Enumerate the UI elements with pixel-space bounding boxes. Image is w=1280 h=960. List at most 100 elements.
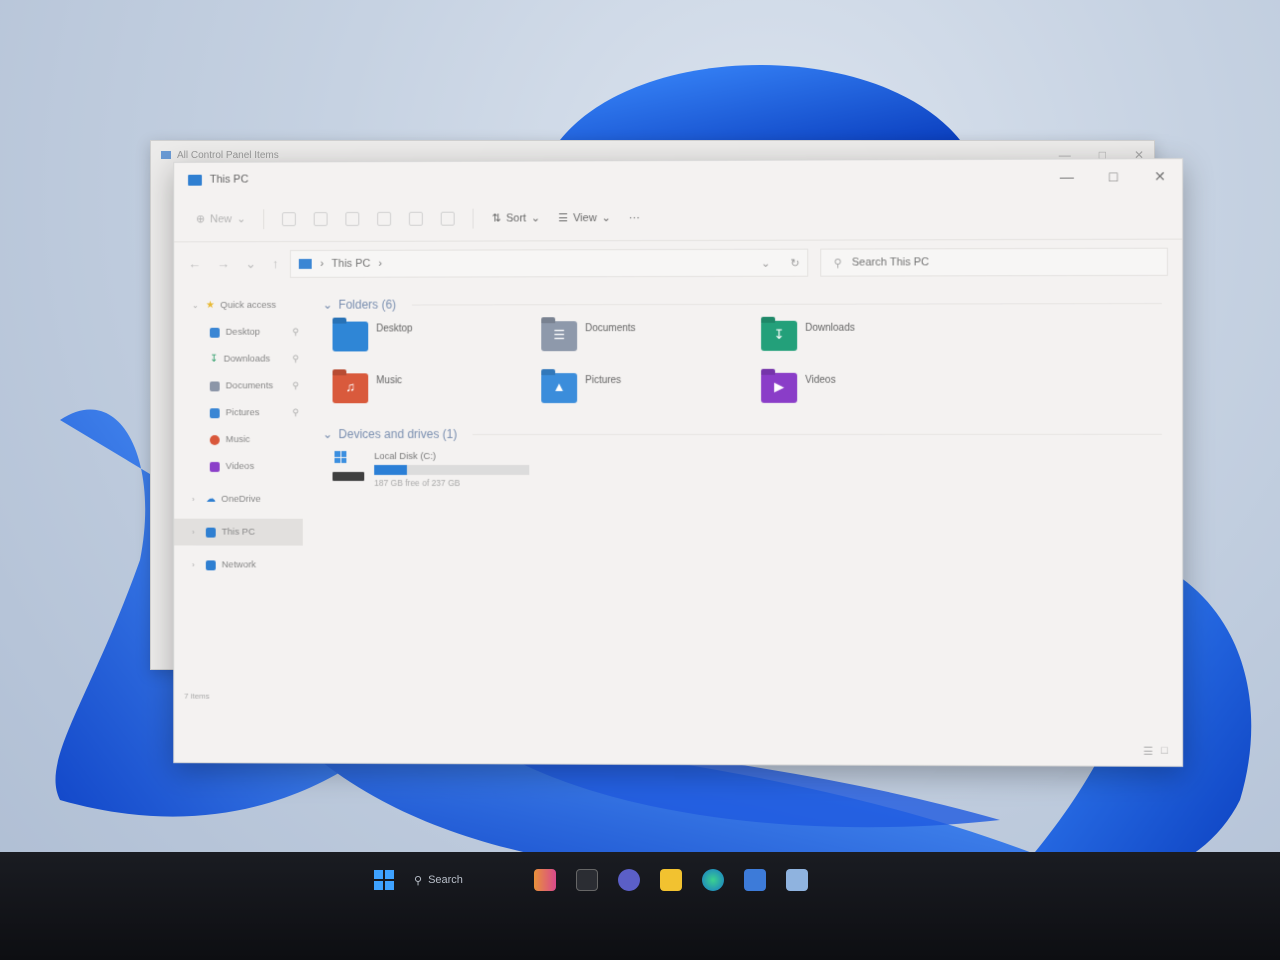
desktop: All Control Panel Items — □ ✕ This PC — … bbox=[0, 0, 1280, 960]
desktop-folder-icon bbox=[333, 322, 369, 352]
start-button-icon[interactable] bbox=[374, 870, 394, 890]
view-icon: ☰ bbox=[558, 211, 568, 224]
sidebar-item-label: Music bbox=[226, 434, 251, 445]
chat-icon[interactable] bbox=[618, 869, 640, 891]
widgets-icon[interactable] bbox=[534, 869, 556, 891]
close-icon[interactable]: ✕ bbox=[1152, 168, 1168, 185]
new-label: New bbox=[210, 213, 232, 225]
task-view-icon[interactable] bbox=[576, 869, 598, 891]
taskbar-search[interactable]: ⚲ Search bbox=[414, 874, 514, 887]
documents-icon bbox=[210, 381, 220, 391]
paste-icon[interactable] bbox=[346, 211, 360, 225]
taskbar-apps: ⚲ Search bbox=[330, 858, 850, 902]
sidebar-item-quick-access[interactable]: ⌄ ★ Quick access bbox=[174, 292, 303, 319]
share-icon[interactable] bbox=[409, 211, 423, 225]
file-explorer-window[interactable]: This PC — □ ✕ ⊕ New ⌄ ⇅ Sort ⌄ ☰ View ⌄ … bbox=[173, 158, 1183, 767]
chevron-right-icon[interactable]: › bbox=[192, 528, 200, 537]
search-box[interactable]: ⚲ bbox=[821, 248, 1168, 277]
folders-section-header[interactable]: ⌄ Folders (6) bbox=[323, 292, 1162, 316]
rename-icon[interactable] bbox=[378, 211, 392, 225]
copy-icon[interactable] bbox=[314, 212, 328, 226]
more-icon: ··· bbox=[629, 212, 640, 224]
chevron-right-icon: › bbox=[320, 258, 324, 270]
recent-chevron-icon[interactable]: ⌄ bbox=[245, 256, 256, 272]
folder-label: Pictures bbox=[585, 373, 621, 386]
minimize-icon[interactable]: — bbox=[1059, 168, 1075, 185]
pc-icon bbox=[188, 174, 202, 185]
folder-downloads[interactable]: ↧ Downloads bbox=[761, 320, 982, 362]
delete-icon[interactable] bbox=[441, 211, 455, 225]
folder-music[interactable]: ♫ Music bbox=[333, 373, 542, 415]
chevron-right-icon[interactable]: › bbox=[192, 495, 200, 504]
folder-videos[interactable]: ▶ Videos bbox=[761, 373, 982, 415]
forward-arrow-icon[interactable]: → bbox=[217, 256, 230, 272]
pc-icon bbox=[299, 259, 312, 269]
back-arrow-icon[interactable]: ← bbox=[188, 256, 201, 272]
cut-icon[interactable] bbox=[282, 212, 296, 226]
sidebar-item-network[interactable]: › Network bbox=[174, 551, 303, 578]
more-options-button[interactable]: ··· bbox=[629, 212, 640, 224]
documents-folder-icon: ☰ bbox=[541, 321, 577, 351]
sidebar-item-onedrive[interactable]: › ☁ OneDrive bbox=[174, 486, 303, 513]
pin-icon: ⚲ bbox=[292, 407, 299, 418]
command-bar: ⊕ New ⌄ ⇅ Sort ⌄ ☰ View ⌄ ··· bbox=[174, 193, 1182, 242]
chevron-right-icon[interactable]: › bbox=[192, 560, 200, 569]
pin-icon: ⚲ bbox=[292, 380, 299, 391]
section-divider bbox=[473, 433, 1162, 434]
edge-icon[interactable] bbox=[702, 869, 724, 891]
details-view-icon[interactable]: ☰ bbox=[1143, 745, 1153, 758]
chevron-down-icon: ⌄ bbox=[531, 211, 540, 224]
item-count: 7 items bbox=[184, 692, 209, 701]
address-dropdown-icon[interactable]: ⌄ bbox=[761, 256, 770, 269]
window-controls: — □ ✕ bbox=[1059, 168, 1168, 185]
sidebar-item-music[interactable]: Music bbox=[174, 426, 303, 453]
navigation-pane: ⌄ ★ Quick access Desktop ⚲ ↧ Downloads ⚲… bbox=[174, 286, 303, 724]
nav-arrows: ← → ⌄ ↑ bbox=[188, 256, 278, 272]
file-explorer-icon[interactable] bbox=[660, 869, 682, 891]
sort-button[interactable]: ⇅ Sort ⌄ bbox=[492, 211, 540, 224]
drive-local-disk-c[interactable]: Local Disk (C:) 187 GB free of 237 GB bbox=[323, 445, 1162, 488]
up-arrow-icon[interactable]: ↑ bbox=[272, 256, 278, 272]
control-panel-icon[interactable] bbox=[786, 869, 808, 891]
address-bar[interactable]: › This PC › ⌄ ↻ bbox=[290, 249, 808, 278]
pictures-folder-icon: ▲ bbox=[541, 373, 577, 403]
search-input[interactable] bbox=[852, 256, 1155, 269]
folder-desktop[interactable]: Desktop bbox=[333, 321, 542, 363]
folder-documents[interactable]: ☰ Documents bbox=[541, 321, 761, 363]
maximize-icon[interactable]: □ bbox=[1105, 168, 1121, 185]
folder-label: Documents bbox=[585, 321, 635, 334]
pin-icon: ⚲ bbox=[292, 327, 299, 338]
drives-section-header[interactable]: ⌄ Devices and drives (1) bbox=[323, 423, 1162, 445]
view-button[interactable]: ☰ View ⌄ bbox=[558, 211, 611, 224]
control-panel-icon bbox=[161, 151, 171, 159]
sidebar-item-label: Videos bbox=[226, 461, 255, 472]
toolbar-divider bbox=[264, 209, 265, 229]
sidebar-item-pictures[interactable]: Pictures ⚲ bbox=[174, 399, 303, 426]
sidebar-item-label: Documents bbox=[226, 380, 274, 391]
plus-icon: ⊕ bbox=[196, 212, 205, 225]
folder-label: Desktop bbox=[376, 321, 412, 334]
navigation-bar: ← → ⌄ ↑ › This PC › ⌄ ↻ ⚲ bbox=[174, 240, 1182, 287]
sidebar-item-label: Network bbox=[222, 559, 256, 570]
sidebar-item-downloads[interactable]: ↧ Downloads ⚲ bbox=[174, 346, 303, 373]
sidebar-item-documents[interactable]: Documents ⚲ bbox=[174, 372, 303, 399]
folder-label: Downloads bbox=[805, 321, 855, 334]
sidebar-item-this-pc[interactable]: › This PC bbox=[174, 519, 303, 546]
cloud-icon: ☁ bbox=[206, 494, 215, 505]
tiles-view-icon[interactable]: □ bbox=[1161, 745, 1168, 758]
pictures-icon bbox=[210, 408, 220, 418]
content-pane: ⌄ Folders (6) Desktop ☰ Documents ↧ Down… bbox=[303, 284, 1182, 727]
refresh-icon[interactable]: ↻ bbox=[790, 256, 799, 269]
breadcrumb-this-pc[interactable]: This PC bbox=[332, 258, 371, 270]
folder-pictures[interactable]: ▲ Pictures bbox=[541, 373, 761, 415]
explorer-titlebar[interactable]: This PC — □ ✕ bbox=[174, 159, 1182, 197]
sidebar-item-label: Quick access bbox=[220, 300, 276, 311]
store-icon[interactable] bbox=[744, 869, 766, 891]
window-title: This PC bbox=[210, 174, 249, 186]
chevron-down-icon: ⌄ bbox=[323, 427, 333, 441]
sidebar-item-videos[interactable]: Videos bbox=[174, 453, 303, 480]
star-icon: ★ bbox=[206, 300, 214, 311]
new-button[interactable]: ⊕ New ⌄ bbox=[196, 212, 246, 225]
sidebar-item-desktop[interactable]: Desktop ⚲ bbox=[174, 319, 303, 346]
chevron-down-icon[interactable]: ⌄ bbox=[192, 301, 200, 310]
